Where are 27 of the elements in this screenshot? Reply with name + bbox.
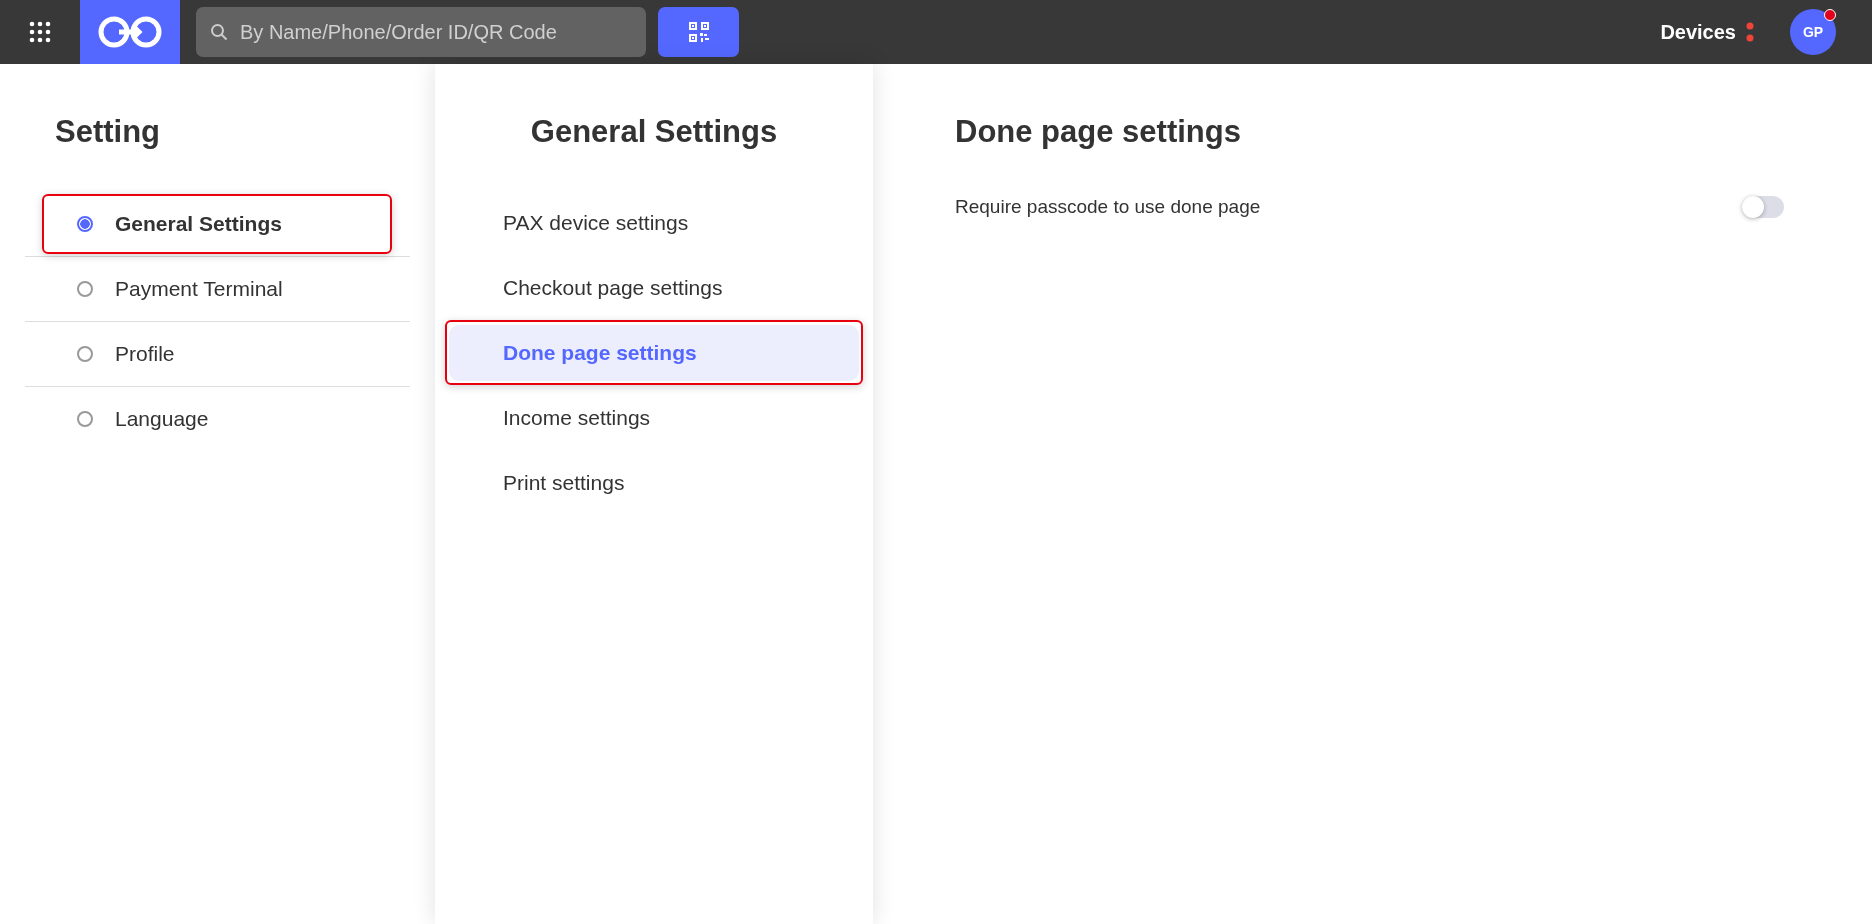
qr-code-icon — [688, 22, 709, 42]
settings-category-item[interactable]: Profile — [42, 324, 392, 384]
radio-button[interactable] — [77, 411, 93, 427]
toggle-switch[interactable] — [1742, 196, 1784, 218]
submenu-item[interactable]: Checkout page settings — [449, 259, 859, 316]
radio-button[interactable] — [77, 346, 93, 362]
submenu-item[interactable]: Done page settings — [449, 324, 859, 381]
page-title: Done page settings — [955, 114, 1242, 150]
status-dots-icon[interactable] — [1746, 22, 1754, 42]
panel-title: General Settings — [529, 114, 779, 150]
radio-button[interactable] — [77, 216, 93, 232]
setting-label: Require passcode to use done page — [955, 196, 1261, 218]
linked-rings-logo-icon — [97, 15, 163, 49]
submenu-item[interactable]: PAX device settings — [449, 194, 859, 251]
panel-title: Setting — [55, 114, 162, 150]
search-icon — [210, 23, 228, 41]
submenu-item[interactable]: Print settings — [449, 454, 859, 511]
settings-category-item[interactable]: Language — [42, 389, 392, 449]
submenu-item[interactable]: Income settings — [449, 389, 859, 446]
settings-category-item[interactable]: Payment Terminal — [42, 259, 392, 319]
search-field[interactable]: By Name/Phone/Order ID/QR Code — [196, 7, 646, 57]
qr-scan-button[interactable] — [658, 7, 739, 57]
logo-block[interactable] — [80, 0, 180, 64]
devices-label[interactable]: Devices — [1660, 20, 1736, 44]
user-avatar[interactable]: GP — [1790, 9, 1836, 55]
radio-button[interactable] — [77, 281, 93, 297]
settings-category-item[interactable]: General Settings — [42, 194, 392, 254]
